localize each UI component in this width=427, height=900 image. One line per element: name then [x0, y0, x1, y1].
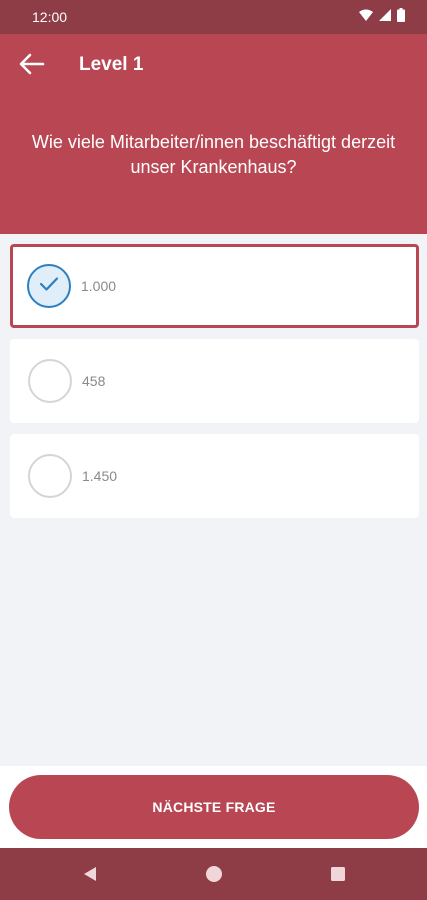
radio-unchecked[interactable] [28, 454, 72, 498]
radio-unchecked[interactable] [28, 359, 72, 403]
status-time: 12:00 [32, 9, 68, 25]
answer-option[interactable]: 458 [10, 339, 419, 423]
answer-label: 1.450 [82, 468, 118, 484]
battery-icon [397, 7, 405, 27]
recents-square-icon[interactable] [328, 864, 348, 884]
radio-checked[interactable] [27, 264, 71, 308]
home-circle-icon[interactable] [204, 864, 224, 884]
back-button[interactable] [14, 50, 50, 82]
back-triangle-icon[interactable] [80, 864, 100, 884]
answer-label: 1.000 [81, 278, 117, 294]
bottom-action-area: NÄCHSTE FRAGE [0, 766, 427, 848]
signal-icon [379, 8, 391, 26]
status-icons [359, 7, 405, 27]
arrow-left-icon [19, 53, 45, 80]
answer-label: 458 [82, 373, 106, 389]
next-question-button[interactable]: NÄCHSTE FRAGE [9, 775, 419, 839]
page-title: Level 1 [79, 54, 144, 75]
header: Level 1 Wie viele Mitarbeiter/innen besc… [0, 34, 427, 234]
checkmark-icon [39, 276, 59, 297]
answer-options: 1.000 458 1.450 [10, 244, 419, 529]
answer-option[interactable]: 1.450 [10, 434, 419, 518]
answer-option[interactable]: 1.000 [10, 244, 419, 328]
status-bar: 12:00 [0, 0, 427, 34]
wifi-icon [359, 8, 373, 26]
question-text: Wie viele Mitarbeiter/innen beschäftigt … [31, 132, 396, 177]
system-nav-bar [0, 848, 427, 900]
